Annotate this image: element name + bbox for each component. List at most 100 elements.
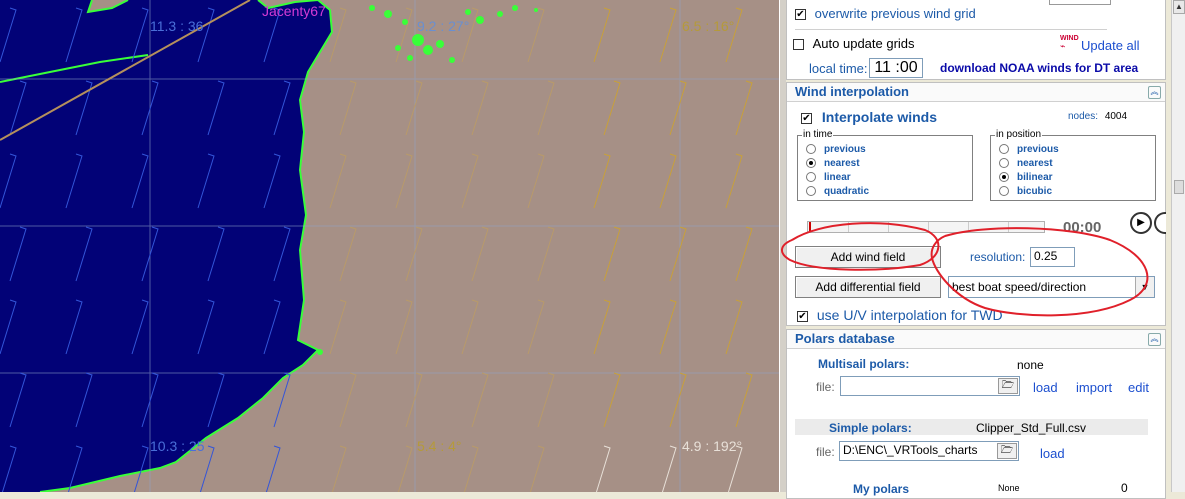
- polars-section: Polars database ︽ Multisail polars: none…: [786, 329, 1166, 499]
- divider: [795, 29, 1107, 30]
- scroll-thumb[interactable]: [1174, 180, 1184, 194]
- my-polars-label: My polars: [853, 482, 910, 496]
- radio-button[interactable]: [999, 186, 1009, 197]
- island: [465, 9, 471, 15]
- time-slider[interactable]: [807, 221, 1045, 233]
- overwrite-row[interactable]: ✔ overwrite previous wind grid: [795, 6, 976, 21]
- island: [384, 10, 392, 18]
- boat-name-label[interactable]: Jacenty67: [262, 3, 326, 19]
- slider-thumb[interactable]: [809, 222, 811, 232]
- uv-row[interactable]: ✔ use U/V interpolation for TWD: [797, 307, 1003, 323]
- nodes-info: nodes: 4004: [1068, 111, 1127, 122]
- time-display: 00:00: [1063, 219, 1102, 236]
- simple-file-label: file:: [816, 445, 835, 459]
- folder-open-icon[interactable]: 🗁: [997, 443, 1017, 459]
- chart-map[interactable]: Jacenty67 11.3 : 36 9.2 : 27° 6.5 : 16° …: [0, 0, 782, 492]
- in-time-radio-nearest[interactable]: nearest: [806, 158, 860, 169]
- island: [423, 45, 433, 55]
- overwrite-checkbox[interactable]: ✔: [795, 9, 806, 21]
- island: [412, 34, 424, 46]
- in-position-radio-previous[interactable]: previous: [999, 144, 1059, 155]
- in-time-radio-linear[interactable]: linear: [806, 172, 851, 183]
- island: [449, 57, 455, 63]
- in-position-radio-bilinear[interactable]: bilinear: [999, 172, 1053, 183]
- auto-update-row[interactable]: Auto update grids: [793, 36, 915, 51]
- radio-label: previous: [1017, 144, 1059, 155]
- map-canvas[interactable]: Jacenty67 11.3 : 36 9.2 : 27° 6.5 : 16° …: [0, 0, 782, 492]
- in-position-group: in position previous nearest bilinear bicub…: [990, 129, 1156, 201]
- resolution-label: resolution:: [970, 250, 1026, 264]
- wind-interpolation-section: Wind interpolation ︽ ✔ Interpolate winds…: [786, 82, 1166, 326]
- in-time-group: in time previous nearest linear quadratic: [797, 129, 973, 201]
- simple-polars-value: Clipper_Std_Full.csv: [976, 421, 1087, 435]
- radio-label: nearest: [824, 158, 860, 169]
- update-all-link[interactable]: Update all: [1081, 38, 1140, 53]
- in-position-label: in position: [995, 129, 1043, 140]
- multisail-edit-link[interactable]: edit: [1128, 380, 1149, 395]
- collapse-icon[interactable]: ︽: [1148, 86, 1161, 99]
- radio-button[interactable]: [999, 144, 1009, 155]
- multisail-file-label: file:: [816, 380, 835, 394]
- interpolate-checkbox[interactable]: ✔: [801, 112, 812, 124]
- control-panel: ✔ overwrite previous wind grid Auto upda…: [786, 0, 1171, 499]
- radio-label: nearest: [1017, 158, 1053, 169]
- local-time-input[interactable]: 11 :00: [869, 58, 923, 78]
- wind-interpolation-title[interactable]: Wind interpolation: [787, 83, 1165, 102]
- island: [317, 349, 323, 355]
- radio-button[interactable]: [806, 186, 816, 197]
- simple-polars-label: Simple polars:: [829, 421, 912, 435]
- radio-label: previous: [824, 144, 866, 155]
- island: [407, 55, 413, 61]
- radio-button[interactable]: [806, 158, 816, 169]
- interpolate-row[interactable]: ✔ Interpolate winds: [801, 109, 937, 125]
- field-select[interactable]: best boat speed/direction ▼: [948, 276, 1155, 298]
- add-differential-field-button[interactable]: Add differential field: [795, 276, 941, 298]
- play-icon[interactable]: ▶: [1130, 212, 1152, 234]
- folder-open-icon[interactable]: 🗁: [998, 378, 1018, 394]
- multisail-label: Multisail polars:: [818, 357, 910, 371]
- in-time-radio-previous[interactable]: previous: [806, 144, 866, 155]
- auto-update-checkbox[interactable]: [793, 39, 804, 51]
- island: [436, 40, 444, 48]
- island: [534, 8, 538, 12]
- multisail-load-link[interactable]: load: [1033, 380, 1058, 395]
- uv-checkbox[interactable]: ✔: [797, 310, 808, 322]
- radio-button[interactable]: [806, 172, 816, 183]
- radio-label: bilinear: [1017, 172, 1053, 183]
- radio-label: bicubic: [1017, 186, 1053, 197]
- resolution-input[interactable]: 0.25: [1030, 247, 1075, 267]
- radio-label: linear: [824, 172, 851, 183]
- wind-label-4: 10.3 : 25: [150, 438, 205, 454]
- radio-button[interactable]: [999, 158, 1009, 169]
- in-position-radio-bicubic[interactable]: bicubic: [999, 186, 1052, 197]
- in-time-label: in time: [802, 129, 834, 140]
- island: [497, 11, 503, 17]
- wind-label-6: 4.9 : 192°: [682, 438, 742, 454]
- in-time-radio-quadratic[interactable]: quadratic: [806, 186, 869, 197]
- polars-title[interactable]: Polars database: [787, 330, 1165, 349]
- multisail-import-link[interactable]: import: [1076, 380, 1112, 395]
- download-noaa-link[interactable]: download NOAA winds for DT area: [940, 61, 1138, 75]
- wind-label-3: 6.5 : 16°: [682, 18, 734, 34]
- auto-update-label: Auto update grids: [812, 36, 915, 51]
- scroll-up-icon[interactable]: ▲: [1173, 0, 1185, 14]
- add-wind-field-button[interactable]: Add wind field: [795, 246, 941, 268]
- overwrite-label: overwrite previous wind grid: [814, 6, 976, 21]
- in-position-radio-nearest[interactable]: nearest: [999, 158, 1053, 169]
- collapse-icon[interactable]: ︽: [1148, 333, 1161, 346]
- wind-update-icon[interactable]: WIND ⌁: [1060, 35, 1079, 51]
- multisail-file-input[interactable]: 🗁: [840, 376, 1020, 396]
- next-icon[interactable]: [1154, 212, 1166, 234]
- island: [512, 5, 518, 11]
- wind-label-1: 11.3 : 36: [150, 18, 204, 34]
- grib-dropdown-edge[interactable]: [1049, 0, 1111, 5]
- radio-button[interactable]: [806, 144, 816, 155]
- simple-file-input[interactable]: D:\ENC\_VRTools_charts 🗁: [839, 441, 1019, 461]
- nodes-value: 4004: [1104, 111, 1128, 122]
- simple-load-link[interactable]: load: [1040, 446, 1065, 461]
- chevron-down-icon[interactable]: ▼: [1135, 277, 1154, 297]
- radio-button[interactable]: [999, 172, 1009, 183]
- uv-label: use U/V interpolation for TWD: [816, 307, 1003, 323]
- panel-scrollbar[interactable]: ▲: [1171, 0, 1185, 492]
- field-select-value: best boat speed/direction: [952, 280, 1087, 294]
